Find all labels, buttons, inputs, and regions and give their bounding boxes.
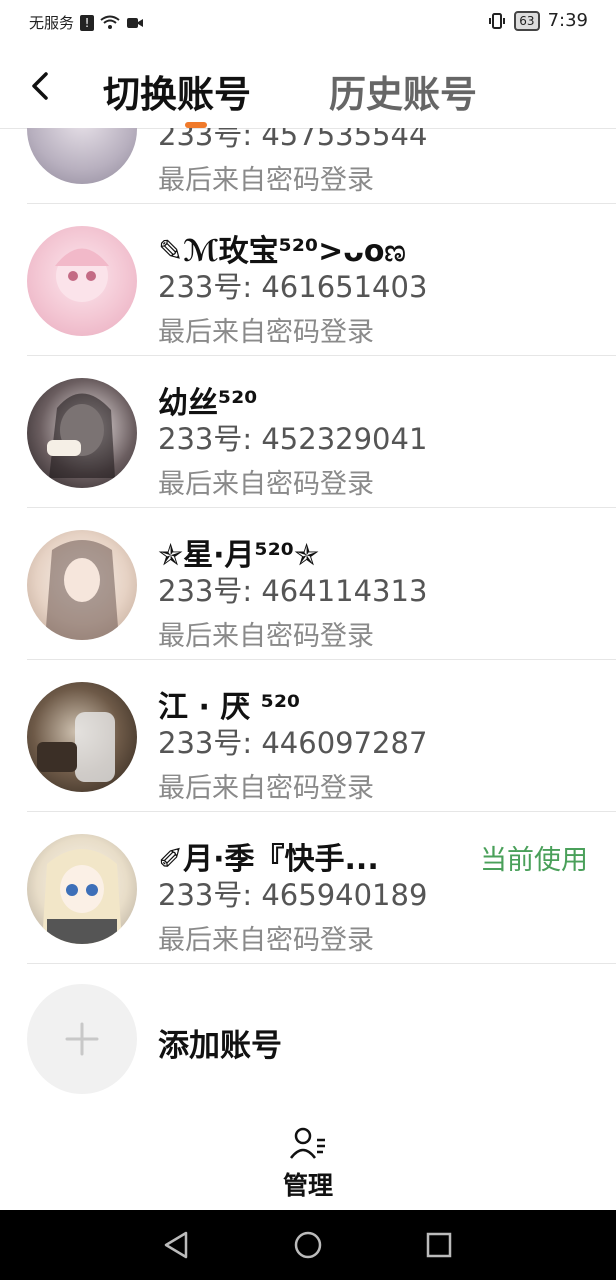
avatar-icon-4: [27, 530, 137, 640]
avatar-icon-2: [27, 226, 137, 336]
account-login-method: 最后来自密码登录: [158, 165, 374, 196]
account-uid: 233号: 452329041: [158, 422, 428, 456]
manage-button[interactable]: 管理: [270, 1124, 346, 1204]
account-login-method: 最后来自密码登录: [158, 621, 374, 652]
account-row[interactable]: ✯星·月⁵²⁰✯ 233号: 464114313 最后来自密码登录: [0, 508, 616, 660]
vibrate-icon: [489, 12, 506, 29]
account-uid: 233号: 446097287: [158, 726, 428, 760]
add-account-row[interactable]: 添加账号: [0, 964, 616, 1116]
header: 切换账号 历史账号: [0, 46, 616, 129]
back-arrow-icon[interactable]: [26, 66, 56, 106]
account-login-method: 最后来自密码登录: [158, 469, 374, 500]
video-icon: [127, 17, 144, 28]
clock: 7:39: [547, 10, 588, 31]
avatar-icon-1: [27, 128, 137, 184]
account-uid: 233号: 461651403: [158, 270, 428, 304]
nav-back-icon[interactable]: [162, 1230, 192, 1260]
add-account-label: 添加账号: [158, 1028, 282, 1064]
battery-level: 63: [514, 10, 540, 31]
alert-icon: !: [80, 14, 95, 31]
manage-label: 管理: [282, 1171, 333, 1200]
avatar-icon-6: [27, 834, 137, 944]
tab-switch-account[interactable]: 切换账号: [103, 64, 251, 118]
account-uid: 233号: 465940189: [158, 878, 428, 912]
current-account-badge: 当前使用: [480, 845, 588, 876]
system-nav-bar: [0, 1210, 616, 1280]
account-uid: 233号: 457535544: [158, 128, 428, 152]
account-login-method: 最后来自密码登录: [158, 773, 374, 804]
user-list-icon: [290, 1127, 325, 1159]
nav-home-icon[interactable]: [293, 1230, 323, 1260]
avatar-icon-3: [27, 378, 137, 488]
add-account-button[interactable]: [27, 984, 137, 1094]
account-row[interactable]: 江 · 厌 ⁵²⁰ 233号: 446097287 最后来自密码登录: [0, 660, 616, 812]
account-login-method: 最后来自密码登录: [158, 317, 374, 348]
account-row[interactable]: 幼丝⁵²⁰ 233号: 452329041 最后来自密码登录: [0, 356, 616, 508]
account-list: 233号: 457535544 最后来自密码登录 ✎ℳ玫宝⁵²⁰>ᴗoಣ 233…: [0, 128, 616, 964]
plus-icon: [65, 1022, 99, 1056]
carrier-label: 无服务: [29, 14, 75, 32]
status-bar: 无服务 ! 63 7:39: [0, 0, 616, 46]
nav-recents-icon[interactable]: [424, 1230, 454, 1260]
account-login-method: 最后来自密码登录: [158, 925, 374, 956]
wifi-icon: [100, 15, 120, 29]
account-row[interactable]: 233号: 457535544 最后来自密码登录: [0, 128, 616, 204]
avatar-icon-5: [27, 682, 137, 792]
account-uid: 233号: 464114313: [158, 574, 428, 608]
tab-history-account[interactable]: 历史账号: [329, 64, 477, 118]
account-row[interactable]: ✐月·季『快手... 当前使用 233号: 465940189 最后来自密码登录: [0, 812, 616, 964]
account-row[interactable]: ✎ℳ玫宝⁵²⁰>ᴗoಣ 233号: 461651403 最后来自密码登录: [0, 204, 616, 356]
